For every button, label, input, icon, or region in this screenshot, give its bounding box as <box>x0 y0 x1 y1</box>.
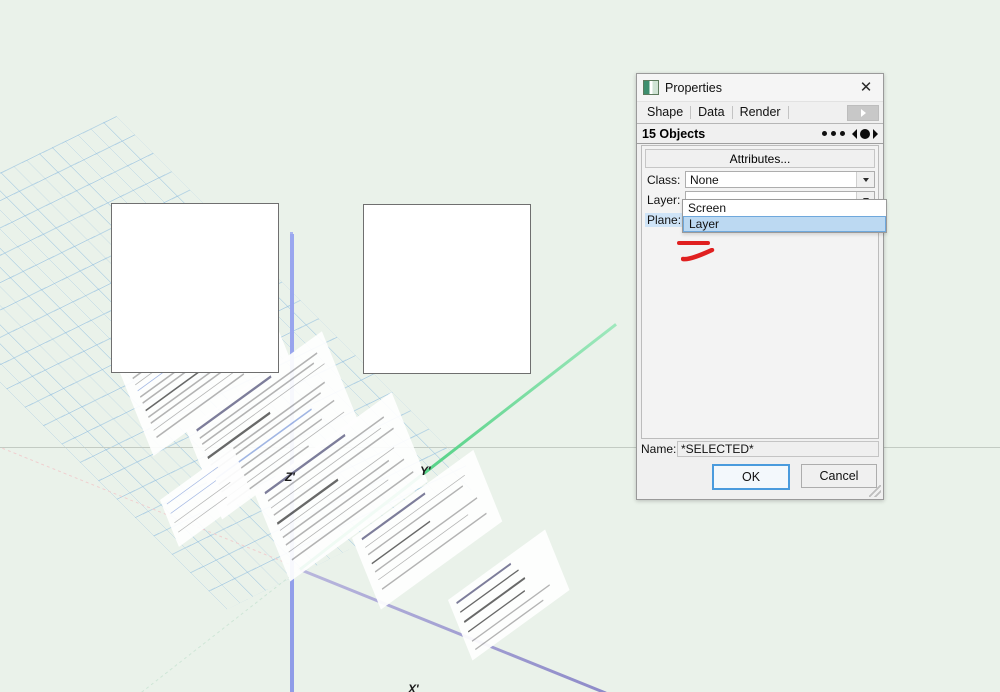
triangle-left-icon[interactable] <box>852 128 857 139</box>
attributes-button[interactable]: Attributes... <box>645 149 875 168</box>
white-board-left[interactable] <box>111 203 279 373</box>
plane-label: Plane: <box>645 212 685 227</box>
plane-dropdown-list[interactable]: Screen Layer <box>682 199 887 233</box>
dialog-titlebar[interactable]: Properties ✕ <box>637 74 883 102</box>
dialog-title: Properties <box>665 80 722 95</box>
layer-label: Layer: <box>647 192 681 207</box>
tab-data[interactable]: Data <box>691 103 731 122</box>
cancel-button[interactable]: Cancel <box>801 464 877 488</box>
plane-option-layer[interactable]: Layer <box>683 216 886 232</box>
selection-summary-bar: 15 Objects <box>637 124 883 144</box>
chevron-down-icon <box>862 177 869 182</box>
class-field-row: Class: None <box>645 171 875 188</box>
app-root: Z' Y' X' Properties ✕ Shape Data Render … <box>0 0 1000 692</box>
name-field-row: Name: *SELECTED* <box>641 441 879 457</box>
plane-option-screen[interactable]: Screen <box>683 200 886 216</box>
tab-separator <box>787 106 789 119</box>
tab-render[interactable]: Render <box>733 103 788 122</box>
properties-dialog: Properties ✕ Shape Data Render 15 Object… <box>636 73 887 500</box>
current-selection-dot-icon <box>860 128 870 139</box>
class-value: None <box>690 172 719 187</box>
dialog-button-row: OK Cancel <box>712 464 877 490</box>
class-input[interactable]: None <box>685 171 875 188</box>
chevron-right-icon <box>860 109 866 117</box>
name-label: Name: <box>641 442 677 456</box>
shape-tab-panel: Attributes... Class: None Layer: Plane: … <box>641 145 887 439</box>
document-sheet[interactable] <box>448 529 570 661</box>
axis-label-y: Y' <box>420 464 431 478</box>
triangle-right-icon[interactable] <box>873 128 878 139</box>
dialog-tabbar: Shape Data Render <box>637 102 883 124</box>
selection-dots-icon <box>822 131 845 136</box>
axis-label-z: Z' <box>285 470 295 484</box>
resize-grip-icon[interactable] <box>869 485 881 497</box>
ok-button[interactable]: OK <box>712 464 790 490</box>
class-label: Class: <box>647 172 681 187</box>
name-value[interactable]: *SELECTED* <box>677 441 879 457</box>
axis-label-x: X' <box>408 682 419 692</box>
properties-window-icon <box>643 80 659 95</box>
selection-count-label: 15 Objects <box>642 126 706 141</box>
tab-scroll-right-button[interactable] <box>847 105 879 121</box>
white-board-right[interactable] <box>363 204 531 374</box>
class-dropdown-button[interactable] <box>856 172 874 187</box>
selection-nav-control[interactable] <box>852 128 878 139</box>
tab-shape[interactable]: Shape <box>640 103 690 122</box>
close-icon[interactable]: ✕ <box>849 75 883 101</box>
